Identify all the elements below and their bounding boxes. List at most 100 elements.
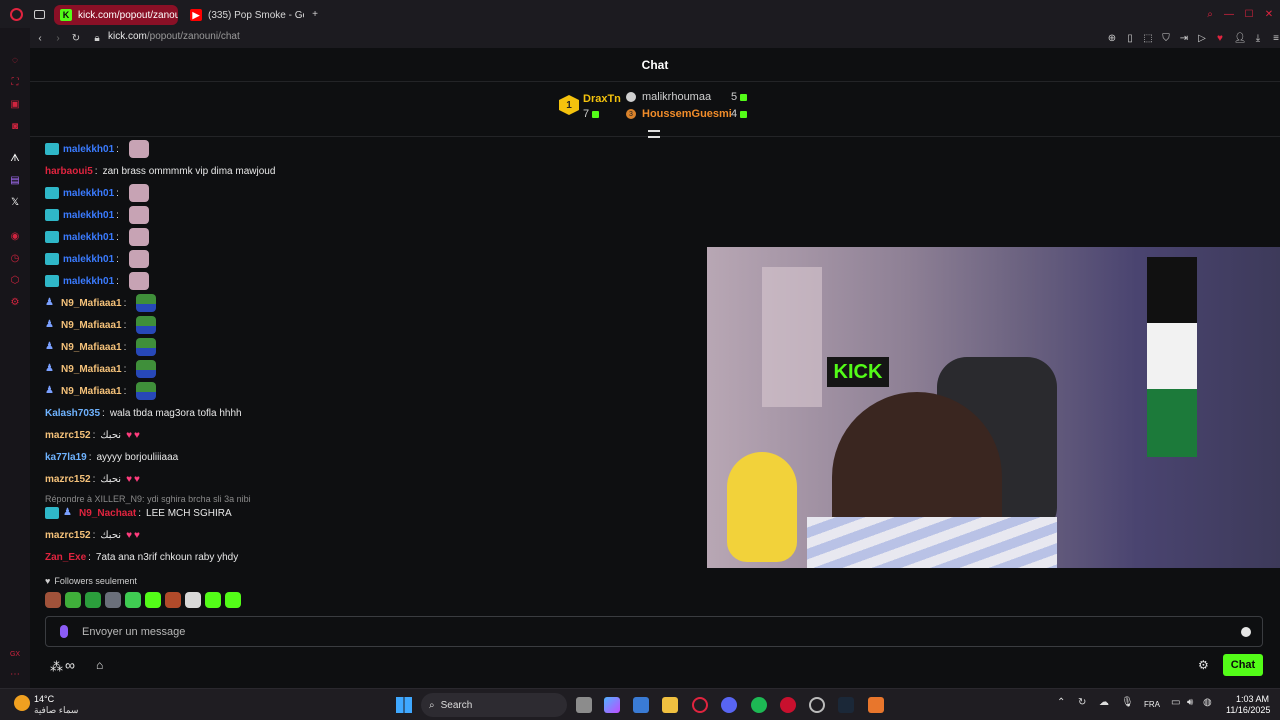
emote-4-icon[interactable] [105, 592, 121, 608]
file-explorer-icon[interactable] [662, 697, 678, 713]
weather-icon[interactable] [14, 695, 30, 711]
chat-username[interactable]: N9_Nachaat [79, 508, 136, 519]
supporter-badge-icon[interactable]: ♟ [45, 297, 57, 309]
onedrive-icon[interactable]: ☁ [1099, 697, 1109, 708]
tray-chevron-icon[interactable]: ⌃ [1057, 697, 1065, 708]
account-icon[interactable]: 👤︎ [1233, 31, 1247, 45]
supporter-badge-icon[interactable]: ♟ [45, 385, 57, 397]
chat-input[interactable]: Envoyer un message [45, 616, 1263, 647]
app-recorder-icon[interactable] [809, 697, 825, 713]
opera-logo-icon[interactable] [10, 8, 23, 21]
emote-10-icon[interactable] [225, 592, 241, 608]
emote-8-icon[interactable] [185, 592, 201, 608]
channel-points-icon[interactable]: ⁂ [50, 659, 63, 675]
easy-setup-icon[interactable]: ≡ [1269, 31, 1280, 45]
chat-username[interactable]: malekkh01 [63, 232, 114, 243]
chat-username[interactable]: N9_Mafiaaa1 [61, 298, 122, 309]
chat-username[interactable]: malekkh01 [63, 254, 114, 265]
spotify-icon[interactable] [751, 697, 767, 713]
supporter-badge-icon[interactable]: ♟ [45, 341, 57, 353]
subscriber-badge-icon[interactable] [45, 187, 59, 199]
emoji-picker-icon[interactable] [1241, 627, 1251, 637]
tab-youtube[interactable]: ▶ (335) Pop Smoke - Get Ba [184, 5, 304, 25]
chat-username[interactable]: mazrc152 [45, 530, 91, 541]
aria-ai-icon[interactable]: ◌ [9, 54, 21, 66]
chat-username[interactable]: malekkh01 [63, 188, 114, 199]
subscriber-badge-icon[interactable] [45, 209, 59, 221]
close-window-icon[interactable]: ✕ [1262, 7, 1276, 21]
whatsapp-icon[interactable]: ◙ [9, 120, 21, 132]
chat-username[interactable]: N9_Mafiaaa1 [61, 342, 122, 353]
tab-manager-icon[interactable] [34, 10, 45, 19]
bookmark-icon[interactable]: ▯ [1123, 31, 1137, 45]
microphone-tray-icon[interactable]: 🎙︎ [1121, 697, 1134, 708]
infinity-icon[interactable]: ∞ [65, 657, 75, 673]
zoom-icon[interactable]: ⊕ [1105, 31, 1119, 45]
chat-settings-icon[interactable]: ⚙ [1198, 658, 1209, 672]
taskbar-search[interactable]: ⌕ Search [421, 693, 567, 717]
emote-9-icon[interactable] [205, 592, 221, 608]
language-indicator[interactable]: FRA [1144, 700, 1160, 709]
discord-icon[interactable] [721, 697, 737, 713]
microphone-icon[interactable] [60, 625, 68, 638]
chat-username[interactable]: mazrc152 [45, 430, 91, 441]
leader-3-name[interactable]: HoussemGuesmi [642, 108, 732, 120]
twitch-icon[interactable]: ▤ [9, 174, 21, 186]
network-icon[interactable]: ◍ [1203, 697, 1212, 708]
subscriber-badge-icon[interactable] [45, 253, 59, 265]
minimize-icon[interactable]: — [1222, 7, 1236, 21]
more-sidebar-icon[interactable]: ⋯ [9, 668, 21, 680]
task-view-icon[interactable] [576, 697, 592, 713]
messenger-icon[interactable]: ▣ [9, 98, 21, 110]
gx-icon[interactable]: GX [9, 648, 21, 660]
app-orange-icon[interactable] [868, 697, 884, 713]
supporter-badge-icon[interactable]: ♟ [45, 363, 57, 375]
supporter-badge-icon[interactable]: ♟ [45, 319, 57, 331]
reload-icon[interactable]: ↻ [69, 31, 83, 45]
subscriber-badge-icon[interactable] [45, 507, 59, 519]
chat-username[interactable]: N9_Mafiaaa1 [61, 386, 122, 397]
volume-icon[interactable]: 🔊︎ [1187, 697, 1193, 708]
url-field[interactable]: kick.com/popout/zanouni/chat [108, 31, 240, 42]
subscriber-badge-icon[interactable] [45, 143, 59, 155]
subscriber-badge-icon[interactable] [45, 231, 59, 243]
stream-video-player[interactable]: KICK [707, 247, 1280, 568]
extensions-icon[interactable]: ⬡ [9, 274, 21, 286]
send-chat-button[interactable]: Chat [1223, 654, 1263, 676]
display-icon[interactable]: ▭ [1171, 697, 1180, 708]
emote-5-icon[interactable] [125, 592, 141, 608]
chat-username[interactable]: malekkh01 [63, 276, 114, 287]
snapshot-icon[interactable]: ⬚ [1141, 31, 1155, 45]
download-icon[interactable]: ⤓ [1251, 31, 1265, 45]
forward-icon[interactable]: › [51, 31, 65, 45]
chat-username[interactable]: Zan_Exe [45, 552, 86, 563]
copilot-icon[interactable] [604, 697, 620, 713]
heart-icon[interactable]: ♥ [1213, 31, 1227, 45]
player-sidebar-icon[interactable]: ◉ [9, 230, 21, 242]
app-red-icon[interactable] [780, 697, 796, 713]
chat-username[interactable]: N9_Mafiaaa1 [61, 320, 122, 331]
tray-app-icon[interactable]: ↻ [1078, 697, 1086, 708]
chat-username[interactable]: malekkh01 [63, 144, 114, 155]
settings-sidebar-icon[interactable]: ⚙ [9, 296, 21, 308]
emote-3-icon[interactable] [85, 592, 101, 608]
store-app-icon[interactable] [633, 697, 649, 713]
maximize-icon[interactable]: ☐ [1242, 7, 1256, 21]
crypto-wallet-icon[interactable]: ⛶ [9, 76, 21, 88]
player-icon[interactable]: ▷ [1195, 31, 1209, 45]
opera-taskbar-icon[interactable] [692, 697, 708, 713]
emote-6-icon[interactable] [145, 592, 161, 608]
flow-icon[interactable]: ⇥ [1177, 31, 1191, 45]
chat-username[interactable]: harbaoui5 [45, 166, 93, 177]
tab-kick-popout[interactable]: K kick.com/popout/zanouni [54, 5, 178, 25]
emote-7-icon[interactable] [165, 592, 181, 608]
chat-username[interactable]: mazrc152 [45, 474, 91, 485]
chat-username[interactable]: N9_Mafiaaa1 [61, 364, 122, 375]
subscriber-badge-icon[interactable] [45, 275, 59, 287]
supporter-badge-icon[interactable]: ♟ [63, 507, 75, 519]
leader-2-name[interactable]: malikrhoumaa [642, 91, 711, 103]
chat-username[interactable]: malekkh01 [63, 210, 114, 221]
chat-username[interactable]: Kalash7035 [45, 408, 100, 419]
store-icon[interactable]: ⌂ [96, 658, 103, 672]
clock-date[interactable]: 11/16/2025 [1226, 705, 1270, 715]
